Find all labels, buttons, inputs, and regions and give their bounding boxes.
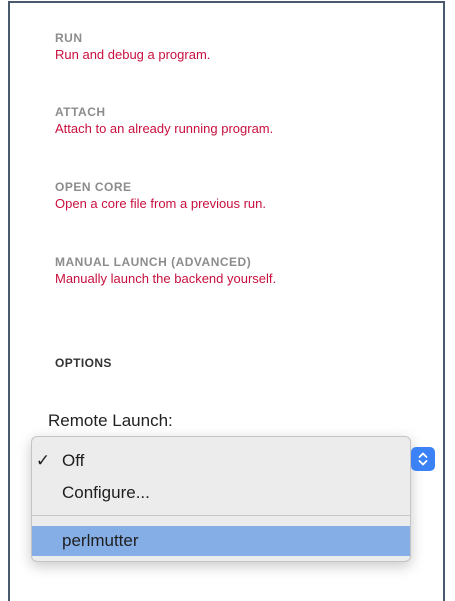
menu-item-perlmutter-label: perlmutter [62,531,139,550]
menu-separator [32,515,410,516]
session-type-open-core-description: Open a core file from a previous run. [55,196,266,211]
remote-launch-label: Remote Launch: [48,411,173,430]
menu-item-configure-label: Configure... [62,483,150,502]
session-type-attach-description: Attach to an already running program. [55,121,274,136]
session-type-run-description: Run and debug a program. [55,47,211,62]
remote-launch-popup-menu: ✓ Off Configure... perlmutter [31,436,411,562]
menu-item-off-label: Off [62,451,85,470]
session-type-run[interactable]: RUN Run and debug a program. [55,30,210,64]
options-heading: OPTIONS [55,356,112,370]
session-type-open-core[interactable]: OPEN CORE Open a core file from a previo… [55,179,266,213]
session-type-attach-title: ATTACH [55,105,106,119]
chevron-up-down-icon [418,452,428,466]
checkmark-icon: ✓ [35,451,51,470]
session-type-manual-launch[interactable]: MANUAL LAUNCH (ADVANCED) Manually launch… [55,254,276,288]
session-type-manual-launch-title: MANUAL LAUNCH (ADVANCED) [55,255,252,269]
session-type-open-core-title: OPEN CORE [55,180,132,194]
session-type-run-title: RUN [55,31,83,45]
session-type-manual-launch-description: Manually launch the backend yourself. [55,271,277,286]
menu-item-off[interactable]: ✓ Off [32,446,410,476]
remote-launch-popup-button[interactable] [411,447,435,471]
menu-item-perlmutter[interactable]: perlmutter [32,526,410,556]
session-type-attach[interactable]: ATTACH Attach to an already running prog… [55,104,273,138]
menu-item-configure[interactable]: Configure... [32,478,410,508]
